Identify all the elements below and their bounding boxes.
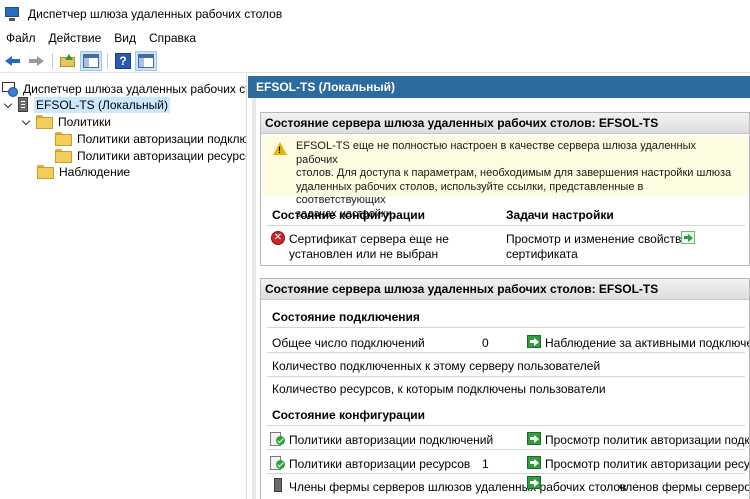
- tree-item-rap-label: Политики авторизации ресурсов: [77, 148, 247, 163]
- show-hide-tree-icon: [83, 53, 99, 68]
- chevron-down-icon[interactable]: [4, 100, 14, 110]
- cap-view-link[interactable]: Просмотр политик авторизации подкл: [545, 433, 749, 448]
- total-connections-value: 0: [482, 336, 489, 350]
- properties-button[interactable]: [135, 50, 157, 71]
- rap-count-value: 1: [482, 457, 489, 471]
- tree-item-rap[interactable]: Политики авторизации ресурсов: [55, 147, 247, 164]
- folder-icon: [36, 115, 53, 129]
- farm-members-label: Члены фермы серверов шлюзов удаленных ра…: [289, 480, 627, 494]
- menu-help[interactable]: Справка: [143, 31, 203, 45]
- gateway-manager-icon: [2, 81, 18, 97]
- tree-item-cap[interactable]: Политики авторизации подключ: [55, 130, 247, 147]
- folder-icon: [55, 132, 72, 146]
- details-header: EFSOL-TS (Локальный): [248, 76, 750, 98]
- tree-item-policies-label: Политики: [58, 114, 111, 129]
- back-icon: [5, 55, 21, 67]
- tree-item-cap-label: Политики авторизации подключ: [77, 131, 247, 146]
- back-button[interactable]: [2, 51, 24, 71]
- tree-item-root[interactable]: Диспетчер шлюза удаленных рабочих сто: [2, 80, 247, 97]
- chevron-down-icon[interactable]: [22, 117, 32, 127]
- config-status-heading: Состояние конфигурации: [272, 208, 425, 222]
- section-title: Состояние сервера шлюза удаленных рабочи…: [261, 279, 749, 300]
- rap-status-label: Политики авторизации ресурсов: [289, 457, 471, 471]
- menu-bar: Файл Действие Вид Справка: [0, 28, 750, 48]
- error-icon: ✕: [271, 231, 285, 245]
- gateway-app-icon: [4, 6, 20, 22]
- forward-button[interactable]: [25, 51, 47, 71]
- cert-task-link-line2[interactable]: сертификата: [506, 247, 578, 262]
- tree-item-policies[interactable]: Политики: [22, 113, 113, 130]
- forward-icon: [28, 55, 44, 67]
- tree-item-root-label: Диспетчер шлюза удаленных рабочих сто: [23, 81, 247, 96]
- tree-item-monitoring-label: Наблюдение: [59, 164, 131, 179]
- help-icon: ?: [115, 52, 131, 69]
- config-status-heading: Состояние конфигурации: [272, 408, 425, 422]
- row-divider: [267, 327, 745, 328]
- folder-icon: [37, 165, 54, 179]
- toolbar-separator: [107, 52, 108, 69]
- title-bar: Диспетчер шлюза удаленных рабочих столов: [0, 0, 750, 28]
- row-divider: [267, 473, 745, 474]
- monitor-connections-link[interactable]: Наблюдение за активными подключе: [545, 336, 749, 351]
- window-title: Диспетчер шлюза удаленных рабочих столов: [28, 7, 283, 21]
- warning-icon: !: [273, 142, 287, 155]
- folder-icon: [55, 149, 72, 163]
- server-icon: [18, 97, 28, 112]
- warning-box: ! EFSOL-TS еще не полностью настроен в к…: [263, 136, 748, 220]
- total-connections-label: Общее число подключений: [272, 336, 425, 350]
- properties-icon: [138, 53, 154, 68]
- help-button[interactable]: ?: [112, 51, 134, 71]
- menu-view[interactable]: Вид: [108, 31, 143, 45]
- open-link-icon[interactable]: [527, 432, 541, 445]
- details-pane: EFSOL-TS (Локальный) Состояние сервера ш…: [248, 74, 750, 499]
- gateway-connection-section: Состояние сервера шлюза удаленных рабочи…: [260, 278, 750, 499]
- cap-status-label: Политики авторизации подключений: [289, 433, 494, 447]
- row-divider: [267, 376, 745, 377]
- row-divider: [267, 449, 745, 450]
- up-folder-icon: [60, 53, 76, 68]
- row-divider: [267, 425, 745, 426]
- policy-ok-icon: [270, 431, 286, 447]
- tree-item-monitoring[interactable]: Наблюдение: [37, 163, 132, 180]
- tree-item-server-label: EFSOL-TS (Локальный): [34, 96, 170, 113]
- policy-ok-icon: [270, 455, 286, 471]
- cert-status-line1: Сертификат сервера еще не: [289, 232, 449, 246]
- connected-users-label: Количество подключенных к этому серверу …: [272, 359, 601, 373]
- menu-action[interactable]: Действие: [43, 31, 109, 45]
- farm-members-link[interactable]: членов фермы серверов: [619, 480, 749, 495]
- warning-line: удаленных рабочих столов, используйте сс…: [296, 180, 644, 207]
- connected-resources-label: Количество ресурсов, к которым подключен…: [272, 382, 606, 396]
- config-tasks-heading: Задачи настройки: [506, 208, 614, 222]
- open-task-icon[interactable]: [681, 231, 695, 244]
- section-title: Состояние сервера шлюза удаленных рабочи…: [261, 113, 749, 134]
- cert-task-link-line1[interactable]: Просмотр и изменение свойств: [506, 232, 681, 247]
- row-divider: [267, 352, 745, 353]
- rap-view-link[interactable]: Просмотр политик авторизации ресур: [545, 457, 749, 472]
- open-link-icon[interactable]: [527, 335, 541, 348]
- row-divider: [267, 225, 745, 226]
- warning-line: столов. Для доступа к параметрам, необхо…: [296, 167, 732, 179]
- toolbar-separator: [52, 52, 53, 69]
- gateway-status-section: Состояние сервера шлюза удаленных рабочи…: [260, 112, 750, 266]
- cert-status-line2: установлен или не выбран: [289, 247, 439, 261]
- connection-status-heading: Состояние подключения: [272, 310, 420, 324]
- pane-gutter: [252, 98, 256, 499]
- navigation-tree: Диспетчер шлюза удаленных рабочих сто EF…: [0, 74, 247, 499]
- toolbar: ?: [0, 49, 750, 73]
- up-level-button[interactable]: [57, 51, 79, 71]
- open-link-icon[interactable]: [527, 456, 541, 469]
- open-link-icon[interactable]: [527, 476, 541, 489]
- menu-file[interactable]: Файл: [0, 31, 43, 45]
- tree-item-server[interactable]: EFSOL-TS (Локальный): [4, 96, 170, 113]
- warning-line: EFSOL-TS еще не полностью настроен в кач…: [296, 140, 696, 166]
- server-farm-icon: [274, 478, 282, 492]
- show-hide-tree-button[interactable]: [80, 50, 102, 71]
